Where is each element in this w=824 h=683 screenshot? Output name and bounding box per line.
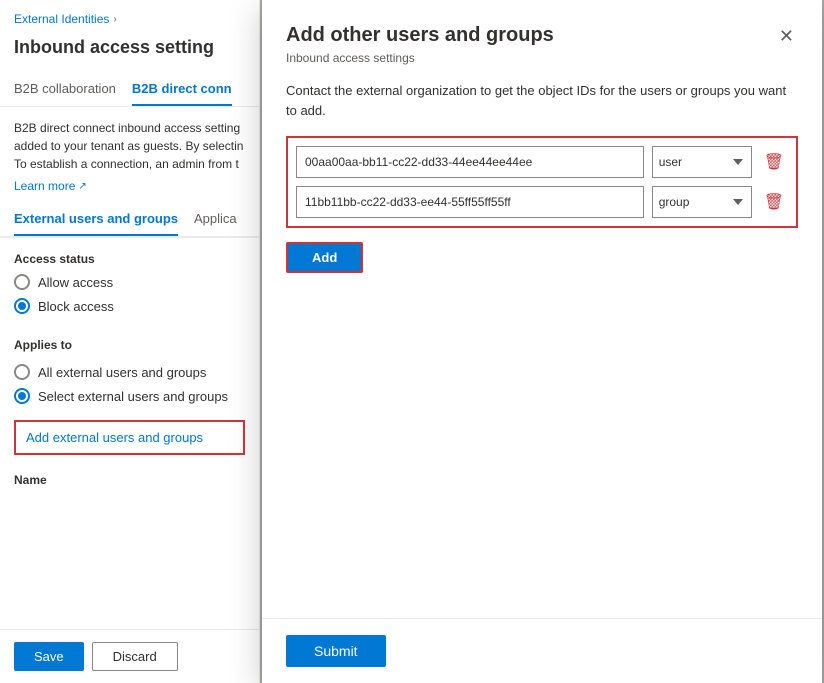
breadcrumb-link[interactable]: External Identities (14, 12, 109, 26)
dialog-title: Add other users and groups (286, 24, 775, 47)
tab-b2b-direct[interactable]: B2B direct conn (132, 73, 232, 106)
entry-row-2: user group 🗑 (296, 186, 788, 218)
entry-type-select-2[interactable]: user group (652, 186, 752, 218)
save-button[interactable]: Save (14, 642, 84, 671)
access-status-group: Allow access Block access (0, 274, 259, 324)
subtab-external-users[interactable]: External users and groups (14, 203, 178, 236)
main-tabs: B2B collaboration B2B direct conn (0, 73, 259, 107)
entry-row-1: user group 🗑 (296, 146, 788, 178)
footer-actions: Save Discard (0, 629, 259, 683)
subtab-applications[interactable]: Applica (194, 203, 237, 236)
entry-input-2[interactable] (296, 186, 644, 218)
delete-entry-2-button[interactable]: 🗑 (760, 190, 788, 214)
radio-allow-label: Allow access (38, 275, 113, 290)
radio-allow-access[interactable]: Allow access (14, 274, 245, 290)
radio-select-icon (14, 388, 30, 404)
radio-select-label: Select external users and groups (38, 389, 228, 404)
applies-to-label: Applies to (0, 324, 259, 360)
dialog-header: Add other users and groups ✕ (262, 0, 822, 51)
radio-allow-icon (14, 274, 30, 290)
dialog-subtitle: Inbound access settings (262, 51, 822, 75)
breadcrumb-chevron-icon: › (113, 14, 116, 25)
radio-all-label: All external users and groups (38, 365, 206, 380)
name-column-label: Name (0, 463, 259, 491)
add-external-users-label: Add external users and groups (26, 430, 203, 445)
entry-type-select-1[interactable]: user group (652, 146, 752, 178)
radio-all-icon (14, 364, 30, 380)
radio-block-label: Block access (38, 299, 114, 314)
close-button[interactable]: ✕ (775, 26, 798, 47)
radio-block-icon (14, 298, 30, 314)
add-entry-button[interactable]: Add (286, 242, 363, 273)
entries-container: user group 🗑 user group 🗑 (262, 136, 822, 228)
add-button-area: Add (262, 228, 822, 273)
left-panel: External Identities › Inbound access set… (0, 0, 260, 683)
dialog-overlay: Add other users and groups ✕ Inbound acc… (260, 0, 824, 683)
external-link-icon: ↗ (78, 181, 86, 192)
add-external-users-button[interactable]: Add external users and groups (14, 420, 245, 455)
applies-to-group: All external users and groups Select ext… (0, 360, 259, 412)
submit-button[interactable]: Submit (286, 635, 386, 667)
discard-button[interactable]: Discard (92, 642, 178, 671)
learn-more-link[interactable]: Learn more ↗ (0, 179, 259, 203)
entry-input-1[interactable] (296, 146, 644, 178)
dialog-footer: Submit (262, 618, 822, 683)
breadcrumb: External Identities › (0, 0, 259, 32)
tab-description: B2B direct connect inbound access settin… (0, 107, 259, 179)
add-users-dialog: Add other users and groups ✕ Inbound acc… (262, 0, 822, 683)
radio-all-external[interactable]: All external users and groups (14, 364, 245, 380)
access-status-label: Access status (0, 238, 259, 274)
radio-select-external[interactable]: Select external users and groups (14, 388, 245, 404)
entries-box: user group 🗑 user group 🗑 (286, 136, 798, 228)
subtabs: External users and groups Applica (0, 203, 259, 238)
page-title: Inbound access setting (0, 32, 259, 73)
dialog-description: Contact the external organization to get… (262, 75, 822, 136)
radio-block-access[interactable]: Block access (14, 298, 245, 314)
delete-entry-1-button[interactable]: 🗑 (760, 150, 788, 174)
tab-b2b-collaboration[interactable]: B2B collaboration (14, 73, 116, 106)
